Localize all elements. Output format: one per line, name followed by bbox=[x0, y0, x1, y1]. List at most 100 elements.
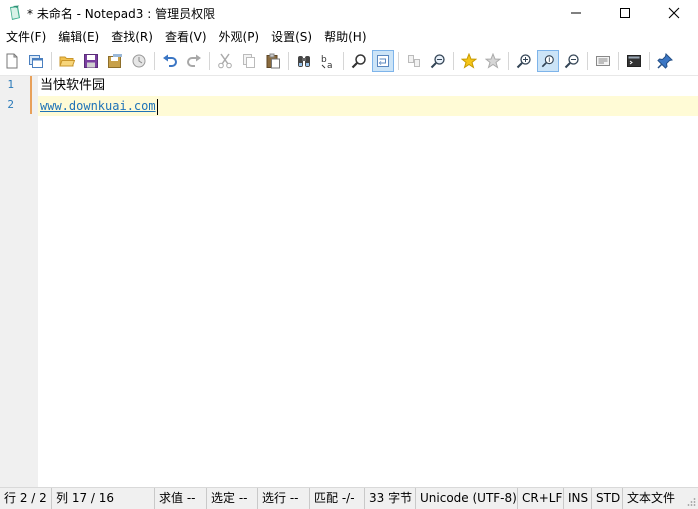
window-title: * 未命名 - Notepad3 : 管理员权限 bbox=[27, 6, 216, 21]
editor[interactable]: 1 2 当快软件园 www.downkuai.com bbox=[0, 75, 698, 488]
notepad3-icon bbox=[10, 5, 20, 20]
save-icon bbox=[84, 54, 98, 68]
browse-icon bbox=[132, 54, 146, 68]
toolbar-separator bbox=[508, 52, 509, 70]
svg-text:a: a bbox=[327, 61, 333, 69]
properties-button[interactable] bbox=[592, 50, 614, 72]
word-wrap-icon bbox=[377, 55, 389, 67]
line-number: 1 bbox=[7, 78, 14, 91]
menu-bar: 文件(F) 编辑(E) 查找(R) 查看(V) 外观(P) 设置(S) 帮助(H… bbox=[0, 27, 698, 47]
toolbar-separator bbox=[587, 52, 588, 70]
maximize-icon bbox=[619, 8, 630, 18]
save-as-icon bbox=[108, 54, 122, 68]
zoom-reset-button[interactable] bbox=[537, 50, 559, 72]
cut-button[interactable] bbox=[214, 50, 236, 72]
new-window-button[interactable] bbox=[25, 50, 47, 72]
redo-button[interactable] bbox=[183, 50, 205, 72]
status-bytes: 33 字节 bbox=[365, 488, 416, 509]
split-button[interactable] bbox=[403, 50, 425, 72]
replace-button[interactable]: ba bbox=[317, 50, 339, 72]
redo-icon bbox=[187, 54, 201, 67]
title-bar: * 未命名 - Notepad3 : 管理员权限 bbox=[0, 0, 698, 26]
save-as-button[interactable] bbox=[104, 50, 126, 72]
toolbar-separator bbox=[209, 52, 210, 70]
zoom-find-button[interactable] bbox=[427, 50, 449, 72]
resize-grip-icon[interactable] bbox=[686, 497, 696, 507]
minimize-icon bbox=[570, 12, 581, 14]
toolbar-separator bbox=[649, 52, 650, 70]
bookmark-clear-button[interactable] bbox=[482, 50, 504, 72]
toolbar-separator bbox=[453, 52, 454, 70]
status-std[interactable]: STD bbox=[592, 488, 623, 509]
bookmark-button[interactable] bbox=[458, 50, 480, 72]
text-line[interactable]: 当快软件园 bbox=[38, 76, 698, 96]
zoom-in-icon bbox=[516, 54, 531, 69]
copy-icon bbox=[243, 54, 255, 68]
status-selected-lines: 选行 -- bbox=[258, 488, 310, 509]
find-button[interactable] bbox=[293, 50, 315, 72]
menu-appearance[interactable]: 外观(P) bbox=[213, 27, 266, 47]
close-button[interactable] bbox=[649, 0, 698, 26]
menu-edit[interactable]: 编辑(E) bbox=[52, 27, 105, 47]
line-number-gutter: 1 2 bbox=[0, 76, 38, 488]
status-filetype[interactable]: 文本文件 bbox=[623, 488, 685, 509]
status-match: 匹配 -/- bbox=[310, 488, 365, 509]
zoom-find-icon bbox=[430, 54, 445, 69]
undo-icon bbox=[163, 54, 177, 67]
new-file-button[interactable] bbox=[1, 50, 23, 72]
goto-icon bbox=[351, 54, 366, 69]
toolbar: ba bbox=[0, 48, 698, 74]
status-encoding[interactable]: Unicode (UTF-8) bbox=[416, 488, 518, 509]
zoom-out-icon bbox=[564, 54, 579, 69]
replace-icon: ba bbox=[321, 55, 333, 69]
new-file-icon bbox=[6, 53, 18, 69]
toolbar-separator bbox=[154, 52, 155, 70]
status-ins[interactable]: INS bbox=[564, 488, 592, 509]
menu-view[interactable]: 查看(V) bbox=[159, 27, 213, 47]
browse-button[interactable] bbox=[128, 50, 150, 72]
line-text: www.downkuai.com bbox=[40, 99, 156, 113]
toolbar-separator bbox=[618, 52, 619, 70]
status-selection: 选定 -- bbox=[207, 488, 258, 509]
menu-help[interactable]: 帮助(H) bbox=[318, 27, 372, 47]
bookmark-clear-icon bbox=[485, 53, 501, 69]
console-icon bbox=[627, 55, 641, 67]
paste-icon bbox=[266, 53, 280, 69]
zoom-out-button[interactable] bbox=[561, 50, 583, 72]
toolbar-separator bbox=[288, 52, 289, 70]
minimize-button[interactable] bbox=[551, 0, 600, 26]
undo-button[interactable] bbox=[159, 50, 181, 72]
find-icon bbox=[298, 56, 310, 67]
menu-find[interactable]: 查找(R) bbox=[105, 27, 159, 47]
console-button[interactable] bbox=[623, 50, 645, 72]
current-text-line[interactable]: www.downkuai.com bbox=[38, 96, 698, 116]
new-window-icon bbox=[29, 55, 43, 68]
menu-settings[interactable]: 设置(S) bbox=[265, 27, 318, 47]
goto-button[interactable] bbox=[348, 50, 370, 72]
save-button[interactable] bbox=[80, 50, 102, 72]
menu-file[interactable]: 文件(F) bbox=[0, 27, 52, 47]
word-wrap-button[interactable] bbox=[372, 50, 394, 72]
open-folder-icon bbox=[59, 56, 75, 67]
bookmark-star-icon bbox=[461, 53, 477, 69]
zoom-reset-icon bbox=[541, 55, 554, 68]
copy-button[interactable] bbox=[238, 50, 260, 72]
toolbar-separator bbox=[51, 52, 52, 70]
toolbar-separator bbox=[343, 52, 344, 70]
pin-button[interactable] bbox=[654, 50, 676, 72]
text-caret bbox=[156, 98, 158, 115]
status-bar: 行 2 / 2 列 17 / 16 求值 -- 选定 -- 选行 -- 匹配 -… bbox=[0, 487, 698, 509]
status-evaluate: 求值 -- bbox=[155, 488, 207, 509]
status-line: 行 2 / 2 bbox=[0, 488, 52, 509]
status-eol[interactable]: CR+LF bbox=[518, 488, 564, 509]
maximize-button[interactable] bbox=[600, 0, 649, 26]
change-marker bbox=[30, 76, 32, 114]
open-button[interactable] bbox=[56, 50, 78, 72]
paste-button[interactable] bbox=[262, 50, 284, 72]
pin-icon bbox=[657, 53, 673, 69]
status-column: 列 17 / 16 bbox=[52, 488, 155, 509]
zoom-in-button[interactable] bbox=[513, 50, 535, 72]
toolbar-separator bbox=[398, 52, 399, 70]
split-icon bbox=[408, 55, 420, 67]
close-icon bbox=[668, 7, 679, 19]
